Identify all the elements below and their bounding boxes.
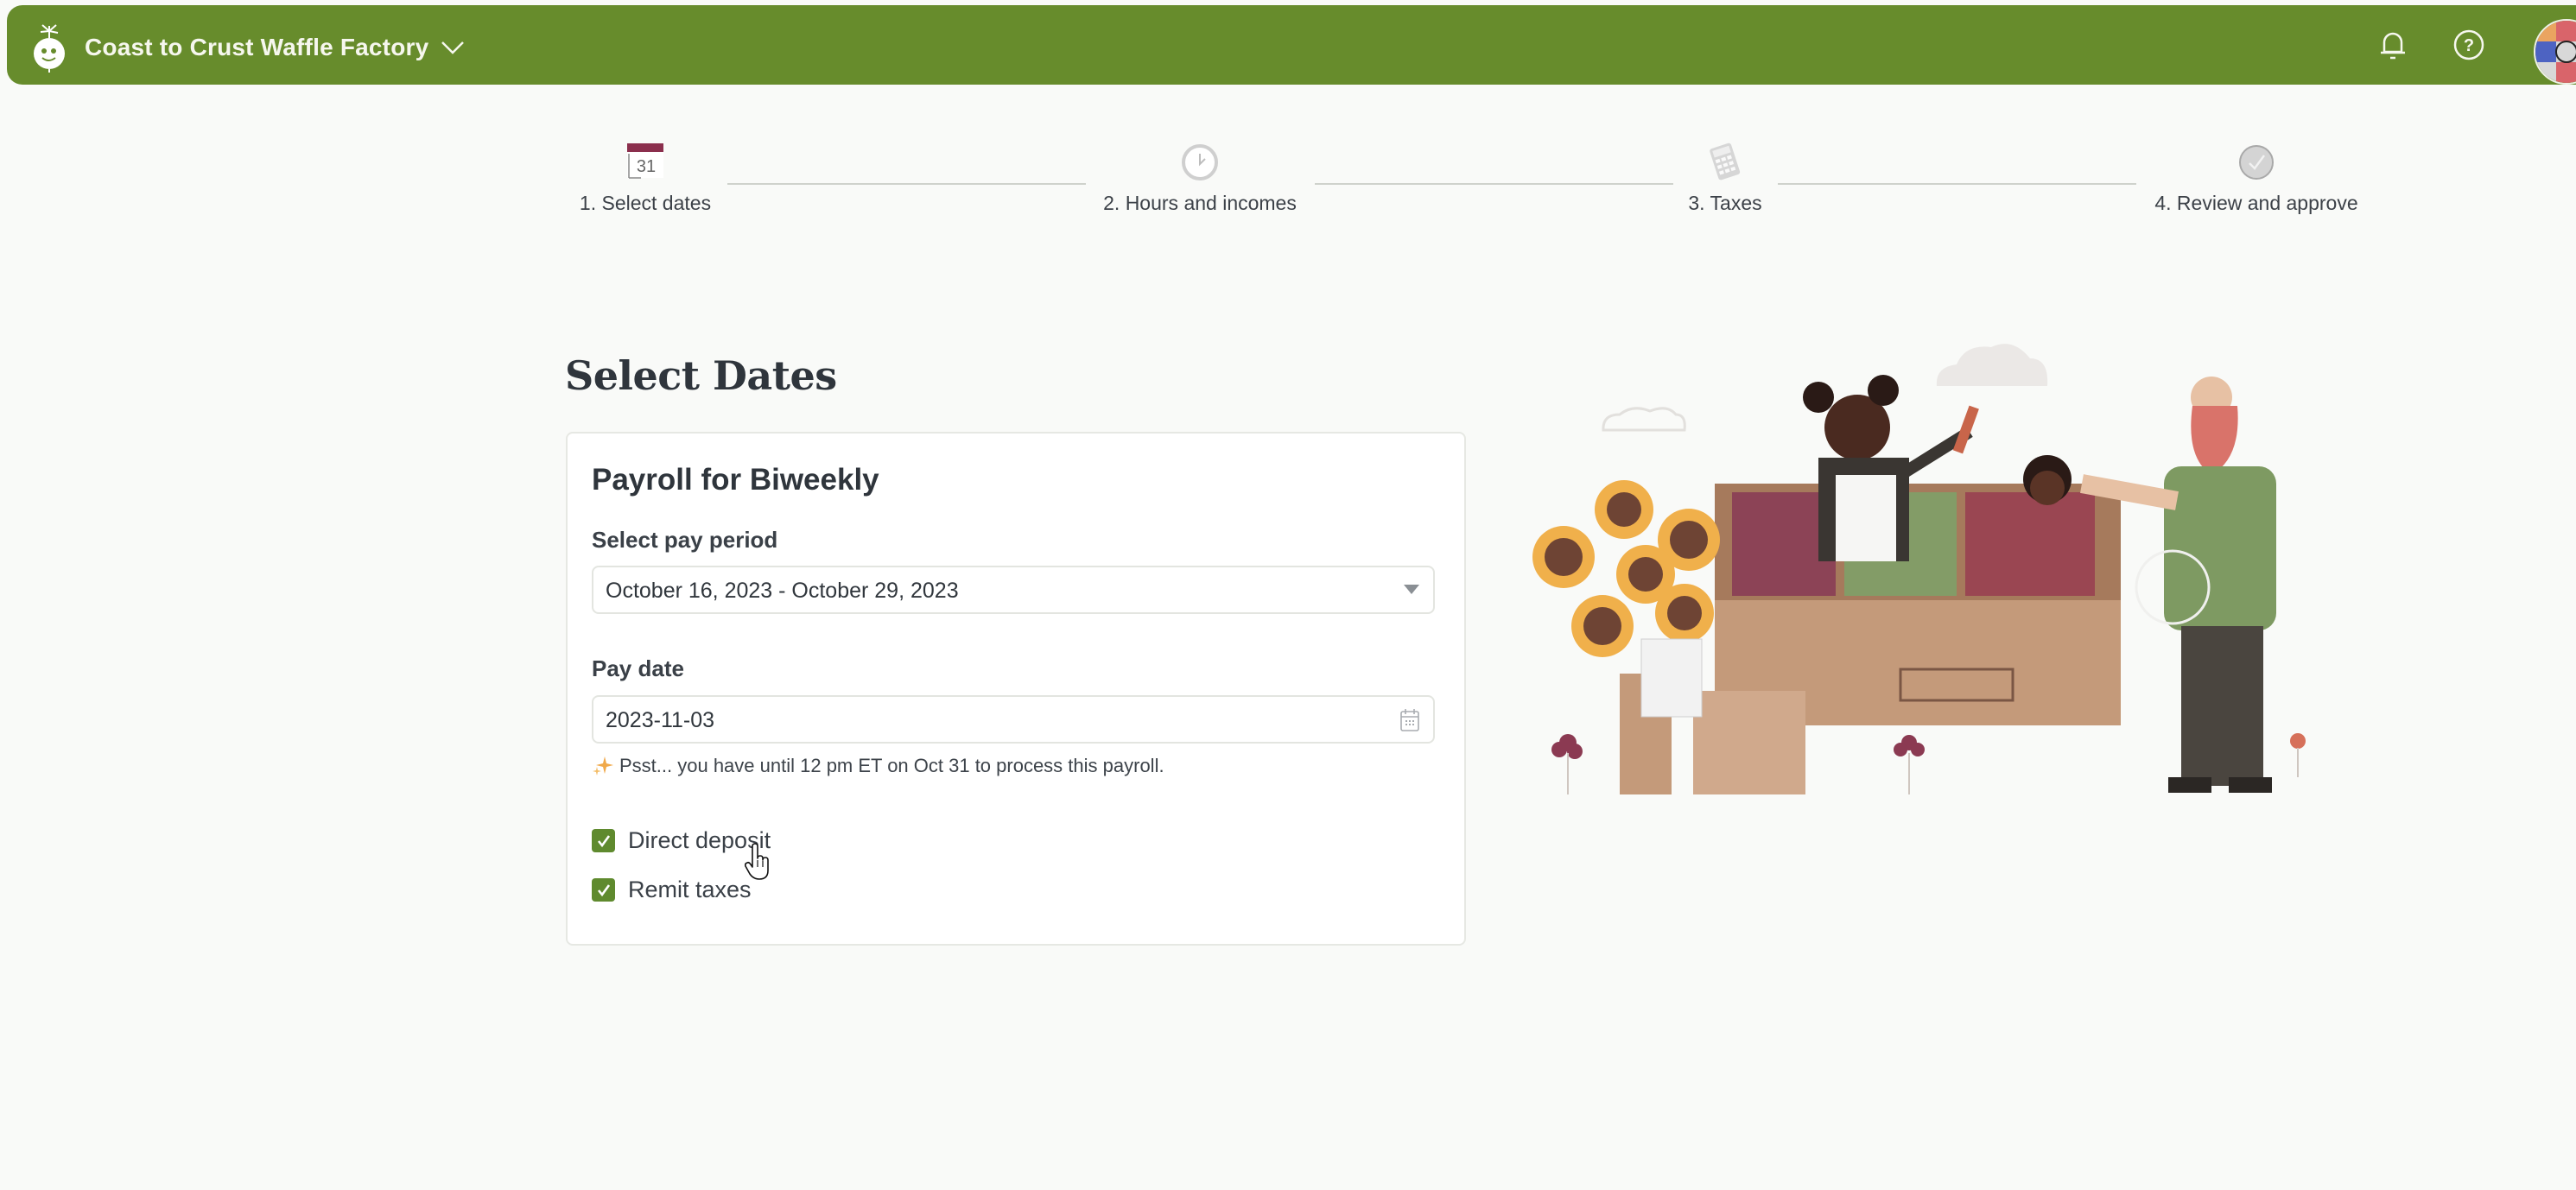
user-avatar[interactable]	[2534, 19, 2576, 85]
cloud-shape	[1936, 344, 2048, 386]
pay-date-input[interactable]: 2023-11-03	[592, 695, 1435, 744]
clock-icon	[1182, 144, 1218, 180]
payroll-stepper: 31 1. Select dates 2. Hours and incomes …	[0, 138, 2576, 225]
deadline-hint: Psst... you have until 12 pm ET on Oct 3…	[592, 755, 1164, 777]
step-taxes[interactable]: 3. Taxes	[1587, 138, 1863, 215]
bell-icon[interactable]	[2374, 26, 2412, 64]
step-hours-and-incomes[interactable]: 2. Hours and incomes	[1062, 138, 1338, 215]
payroll-card: Payroll for Biweekly Select pay period O…	[566, 432, 1466, 946]
page-title: Select Dates	[565, 352, 837, 399]
pay-period-label: Select pay period	[592, 527, 778, 553]
svg-text:?: ?	[2464, 36, 2474, 55]
cloud-outline	[1602, 407, 1686, 432]
company-switcher[interactable]: Coast to Crust Waffle Factory	[26, 22, 465, 73]
step-select-dates[interactable]: 31 1. Select dates	[507, 138, 784, 215]
company-name: Coast to Crust Waffle Factory	[85, 34, 429, 60]
step-label: 3. Taxes	[1688, 192, 1762, 214]
step-review-and-approve[interactable]: 4. Review and approve	[2118, 138, 2395, 215]
checkmark-circle-icon	[2239, 145, 2274, 180]
top-navigation-bar: Coast to Crust Waffle Factory ?	[7, 5, 2576, 85]
farmers-market-illustration	[1532, 344, 2306, 794]
avatar-pattern	[2535, 21, 2576, 83]
remit-taxes-label: Remit taxes	[628, 877, 752, 902]
svg-text:31: 31	[637, 157, 656, 176]
pay-period-value: October 16, 2023 - October 29, 2023	[606, 579, 959, 603]
sparkle-icon	[593, 756, 613, 775]
checkbox-checked-icon[interactable]	[592, 878, 615, 902]
calculator-icon	[1710, 142, 1741, 180]
step-label: 2. Hours and incomes	[1103, 192, 1297, 214]
remit-taxes-checkbox[interactable]: Remit taxes	[592, 877, 752, 903]
help-circle-icon[interactable]: ?	[2450, 26, 2488, 64]
card-title: Payroll for Biweekly	[592, 463, 879, 497]
deadline-hint-text: Psst... you have until 12 pm ET on Oct 3…	[619, 755, 1164, 776]
dropdown-caret-icon	[1404, 585, 1419, 594]
step-label: 1. Select dates	[579, 192, 712, 214]
calendar-picker-icon[interactable]	[1399, 707, 1421, 733]
calendar-icon: 31	[627, 143, 663, 179]
pay-period-select[interactable]: October 16, 2023 - October 29, 2023	[592, 566, 1435, 614]
company-logo-icon	[34, 24, 65, 73]
checkbox-checked-icon[interactable]	[592, 829, 615, 852]
hand-cursor-icon	[745, 843, 769, 880]
step-label: 4. Review and approve	[2154, 192, 2358, 214]
pay-date-value: 2023-11-03	[606, 708, 715, 732]
pay-date-label: Pay date	[592, 655, 684, 681]
chevron-down-icon	[441, 41, 465, 54]
